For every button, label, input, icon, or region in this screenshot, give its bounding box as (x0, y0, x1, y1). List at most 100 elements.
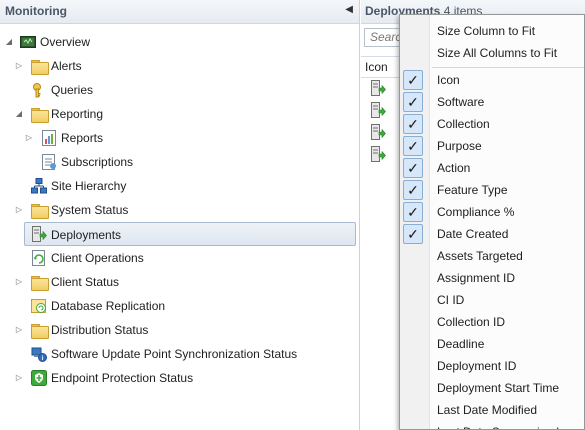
tree-item-reports[interactable]: ▷ Reports (0, 127, 340, 149)
tree-item-label: Reports (61, 131, 104, 145)
menu-item-size-column-to-fit[interactable]: Size Column to Fit (400, 20, 584, 42)
menu-item-column-last-date-modified[interactable]: Last Date Modified (400, 399, 584, 421)
tree-item-site-hierarchy[interactable]: Site Hierarchy (0, 175, 340, 197)
deployment-icon[interactable] (370, 102, 386, 118)
deployment-icon[interactable] (370, 124, 386, 140)
menu-item-label: Purpose (437, 139, 482, 153)
menu-item-label: Compliance % (437, 205, 515, 219)
expand-arrow-icon[interactable]: ▷ (14, 271, 24, 293)
tree-item-client-status[interactable]: ▷ Client Status (0, 271, 340, 293)
tree-item-label: Software Update Point Synchronization St… (51, 347, 298, 361)
menu-item-column-assignment-id[interactable]: Assignment ID (400, 267, 584, 289)
tree-item-label: System Status (51, 203, 129, 217)
menu-item-size-all-columns-to-fit[interactable]: Size All Columns to Fit (400, 42, 584, 64)
menu-item-label: Collection ID (437, 315, 506, 329)
collapse-arrow-icon[interactable]: ◢ (14, 103, 24, 125)
checkmark-icon: ✓ (403, 114, 423, 134)
menu-item-column-feature-type[interactable]: ✓ Feature Type (400, 179, 584, 201)
tree-item-sup-sync-status[interactable]: i Software Update Point Synchronization … (0, 343, 340, 365)
expand-arrow-icon[interactable]: ▷ (24, 127, 34, 149)
checkmark-icon: ✓ (403, 136, 423, 156)
expand-arrow-icon[interactable]: ▷ (14, 319, 24, 341)
tree-item-label: Client Operations (51, 251, 144, 265)
menu-separator (432, 67, 584, 68)
menu-item-column-deadline[interactable]: Deadline (400, 333, 584, 355)
menu-item-label: Date Created (437, 227, 509, 241)
subscription-icon (41, 154, 57, 170)
tree-item-label: Deployments (51, 228, 122, 242)
menu-item-column-date-created[interactable]: ✓ Date Created (400, 223, 584, 245)
menu-item-column-last-date-summarized[interactable]: Last Date Summarized (400, 421, 584, 429)
site-hierarchy-icon (31, 178, 47, 194)
navigation-pane: Monitoring ◀ ◢ Overview ▷ Alerts Queries… (0, 0, 360, 430)
menu-item-label: Last Date Summarized (437, 421, 559, 429)
menu-item-column-collection[interactable]: ✓ Collection (400, 113, 584, 135)
menu-item-column-compliance[interactable]: ✓ Compliance % (400, 201, 584, 223)
report-chart-icon (41, 130, 57, 146)
folder-icon (31, 204, 49, 219)
menu-item-label: Feature Type (437, 183, 508, 197)
menu-item-label: Assets Targeted (437, 249, 523, 263)
menu-item-column-action[interactable]: ✓ Action (400, 157, 584, 179)
menu-item-column-icon[interactable]: ✓ Icon (400, 69, 584, 91)
endpoint-protection-icon (31, 370, 47, 386)
menu-item-label: Size All Columns to Fit (437, 46, 558, 60)
tree-item-label: Subscriptions (61, 155, 134, 169)
tree-item-deployments[interactable]: Deployments (24, 222, 356, 246)
menu-item-column-ci-id[interactable]: CI ID (400, 289, 584, 311)
folder-icon (31, 108, 49, 123)
tree-item-system-status[interactable]: ▷ System Status (0, 199, 340, 221)
tree-item-client-operations[interactable]: Client Operations (0, 247, 340, 269)
tree-item-overview[interactable]: ◢ Overview (0, 31, 340, 53)
menu-item-label: Action (437, 161, 471, 175)
deployment-icon[interactable] (370, 146, 386, 162)
menu-item-column-purpose[interactable]: ✓ Purpose (400, 135, 584, 157)
tree-item-label: Client Status (51, 275, 120, 289)
tree-item-alerts[interactable]: ▷ Alerts (0, 55, 340, 77)
tree-item-label: Distribution Status (51, 323, 149, 337)
folder-icon (31, 324, 49, 339)
menu-item-label: Deployment Start Time (437, 381, 560, 395)
menu-item-label: Icon (437, 73, 460, 87)
collapse-pane-button[interactable]: ◀ (345, 4, 353, 15)
tree-item-label: Site Hierarchy (51, 179, 127, 193)
nav-header: Monitoring ◀ (0, 0, 359, 24)
database-replication-icon (31, 298, 47, 314)
deployment-icon (31, 226, 47, 242)
menu-item-column-assets-targeted[interactable]: Assets Targeted (400, 245, 584, 267)
tree-item-distribution-status[interactable]: ▷ Distribution Status (0, 319, 340, 341)
expand-arrow-icon[interactable]: ▷ (14, 367, 24, 389)
folder-icon (31, 60, 49, 75)
collapse-arrow-icon[interactable]: ◢ (4, 31, 14, 53)
checkmark-icon: ✓ (403, 224, 423, 244)
menu-item-column-software[interactable]: ✓ Software (400, 91, 584, 113)
client-operations-icon (31, 250, 47, 266)
menu-item-label: Deadline (437, 337, 485, 351)
expand-arrow-icon[interactable]: ▷ (14, 199, 24, 221)
menu-item-label: Assignment ID (437, 271, 516, 285)
checkmark-icon: ✓ (403, 92, 423, 112)
checkmark-icon: ✓ (403, 180, 423, 200)
tree-item-label: Queries (51, 83, 94, 97)
menu-item-label: Size Column to Fit (437, 24, 536, 38)
menu-item-column-deployment-id[interactable]: Deployment ID (400, 355, 584, 377)
tree-item-queries[interactable]: Queries (0, 79, 340, 101)
tree-item-reporting[interactable]: ◢ Reporting (0, 103, 340, 125)
menu-item-label: Software (437, 95, 485, 109)
tree-item-endpoint-protection[interactable]: ▷ Endpoint Protection Status (0, 367, 340, 389)
tree-item-subscriptions[interactable]: Subscriptions (0, 151, 340, 173)
folder-icon (31, 276, 49, 291)
sync-status-icon: i (31, 346, 47, 362)
deployment-icon[interactable] (370, 80, 386, 96)
tree-item-label: Overview (40, 35, 91, 49)
menu-item-column-deployment-start-time[interactable]: Deployment Start Time (400, 377, 584, 399)
menu-item-column-collection-id[interactable]: Collection ID (400, 311, 584, 333)
menu-item-label: Deployment ID (437, 359, 517, 373)
expand-arrow-icon[interactable]: ▷ (14, 55, 24, 77)
tree-item-label: Database Replication (51, 299, 166, 313)
menu-item-label: CI ID (437, 293, 465, 307)
menu-item-label: Collection (437, 117, 490, 131)
nav-title: Monitoring (5, 4, 67, 18)
tree-item-label: Alerts (51, 59, 82, 73)
tree-item-database-replication[interactable]: Database Replication (0, 295, 340, 317)
